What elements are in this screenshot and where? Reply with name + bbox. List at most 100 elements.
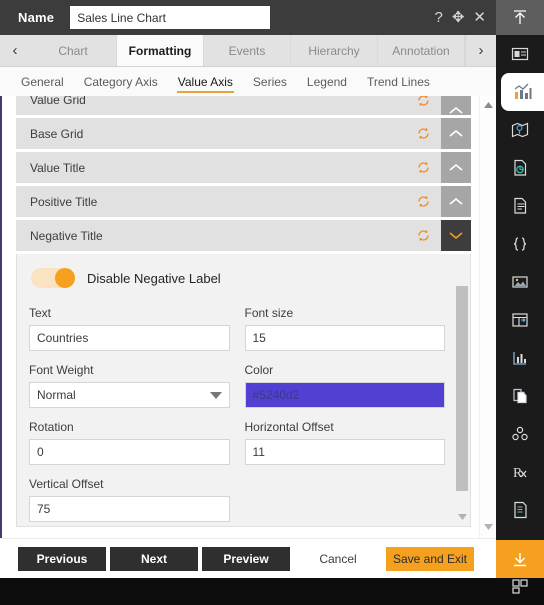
chevron-up-icon[interactable]: [441, 96, 471, 115]
accordion-label: Base Grid: [30, 126, 84, 141]
color-swatch-input[interactable]: #5240d2: [244, 382, 445, 408]
tab-events[interactable]: Events: [204, 35, 291, 66]
code-braces-icon[interactable]: [496, 225, 544, 263]
chart-name-input[interactable]: Sales Line Chart: [70, 6, 271, 29]
form-scrollbar-thumb[interactable]: [456, 286, 468, 491]
accordion-negative-title[interactable]: Negative Title: [16, 220, 471, 251]
accordion-label: Value Grid: [30, 96, 86, 107]
map-icon[interactable]: [496, 111, 544, 149]
field-rotation: Rotation 0: [29, 420, 245, 465]
table-icon[interactable]: [496, 301, 544, 339]
chevron-down-icon: [209, 391, 222, 399]
font-weight-value: Normal: [37, 387, 76, 402]
field-text: Text Countries: [29, 306, 245, 351]
accordion-value-title[interactable]: Value Title: [16, 152, 471, 183]
chevron-up-icon[interactable]: [441, 152, 471, 183]
scroll-down-icon[interactable]: [480, 520, 497, 534]
help-icon[interactable]: ?: [435, 10, 443, 25]
close-icon[interactable]: ✕: [473, 10, 486, 25]
subtab-general[interactable]: General: [11, 67, 74, 96]
subtab-value-axis[interactable]: Value Axis: [168, 67, 243, 96]
field-label: Vertical Offset: [29, 477, 104, 491]
rotation-input[interactable]: 0: [29, 439, 230, 465]
chevron-down-icon[interactable]: [441, 220, 471, 251]
chart-editor-dialog: Name Sales Line Chart ? ✥ ✕ ‹ Chart Form…: [0, 0, 544, 594]
disable-negative-label-text: Disable Negative Label: [87, 270, 221, 286]
tab-hierarchy[interactable]: Hierarchy: [291, 35, 378, 66]
panel-icon[interactable]: [496, 35, 544, 73]
tab-scroll-left-icon[interactable]: ‹: [0, 35, 30, 66]
accordion-base-grid[interactable]: Base Grid: [16, 118, 471, 149]
field-grid: Text Countries Font size 15 Font Weight …: [29, 306, 461, 526]
field-vertical-offset: Vertical Offset 75: [29, 477, 245, 522]
tab-scroll-right-icon[interactable]: ›: [465, 35, 496, 66]
subtab-legend[interactable]: Legend: [297, 67, 357, 96]
move-icon[interactable]: ✥: [452, 10, 465, 25]
form-scroll-down-icon[interactable]: [456, 510, 468, 524]
save-and-exit-button[interactable]: Save and Exit: [386, 546, 474, 571]
scroll-up-icon[interactable]: [480, 98, 497, 112]
name-label: Name: [18, 10, 55, 25]
analytics-icon[interactable]: [496, 339, 544, 377]
report-icon[interactable]: [496, 491, 544, 529]
cancel-button[interactable]: Cancel: [294, 546, 382, 571]
dialog-footer: Previous Next Preview Cancel Save and Ex…: [0, 538, 496, 578]
accordion-label: Value Title: [30, 160, 86, 175]
reset-icon[interactable]: [416, 194, 431, 209]
accordion-positive-title[interactable]: Positive Title: [16, 186, 471, 217]
cube-icon[interactable]: [496, 415, 544, 453]
chevron-up-icon[interactable]: [441, 186, 471, 217]
field-color: Color #5240d2: [244, 363, 461, 408]
form-scrollbar[interactable]: [456, 286, 468, 508]
bar-chart-icon[interactable]: [501, 73, 544, 111]
tab-annotation[interactable]: Annotation: [378, 35, 465, 66]
settings-content-area: Value Grid Base Grid Value Title Positiv…: [0, 96, 496, 538]
previous-button[interactable]: Previous: [18, 546, 106, 571]
field-font-size: Font size 15: [244, 306, 461, 351]
next-button[interactable]: Next: [110, 546, 198, 571]
panel-scrollbar[interactable]: [479, 96, 497, 538]
image-icon[interactable]: [496, 263, 544, 301]
collapse-up-icon[interactable]: [496, 0, 544, 35]
negative-title-form: Disable Negative Label Text Countries Fo…: [16, 254, 471, 527]
subtab-category-axis[interactable]: Category Axis: [74, 67, 168, 96]
field-label: Font size: [244, 306, 294, 320]
field-label: Rotation: [29, 420, 74, 434]
disable-negative-label-toggle[interactable]: [31, 268, 75, 288]
subtab-series[interactable]: Series: [243, 67, 297, 96]
font-size-input[interactable]: 15: [244, 325, 445, 351]
text-input[interactable]: Countries: [29, 325, 230, 351]
field-font-weight: Font Weight Normal: [29, 363, 245, 408]
accordion-label: Negative Title: [30, 228, 103, 243]
font-weight-select[interactable]: Normal: [29, 382, 230, 408]
prescription-icon[interactable]: R: [496, 453, 544, 491]
horizontal-offset-input[interactable]: 11: [244, 439, 445, 465]
preview-button[interactable]: Preview: [202, 546, 290, 571]
main-tab-bar: ‹ Chart Formatting Events Hierarchy Anno…: [0, 35, 496, 67]
vertical-offset-input[interactable]: 75: [29, 496, 230, 522]
document-icon[interactable]: [496, 187, 544, 225]
disable-negative-label-row: Disable Negative Label: [31, 268, 460, 288]
svg-text:R: R: [513, 466, 523, 481]
field-label: Color: [244, 363, 274, 377]
titlebar-icon-group: ? ✥ ✕: [435, 10, 497, 25]
document-chart-icon[interactable]: [496, 149, 544, 187]
chevron-up-icon[interactable]: [441, 118, 471, 149]
accordion-value-grid[interactable]: Value Grid: [16, 96, 471, 115]
reset-icon[interactable]: [416, 228, 431, 243]
accordion-label: Positive Title: [30, 194, 98, 209]
download-icon[interactable]: [496, 540, 544, 578]
field-label: Text: [29, 306, 52, 320]
subtab-trend-lines[interactable]: Trend Lines: [357, 67, 440, 96]
field-label: Horizontal Offset: [244, 420, 334, 434]
field-horizontal-offset: Horizontal Offset 11: [244, 420, 461, 465]
reset-icon[interactable]: [416, 126, 431, 141]
reset-icon[interactable]: [416, 160, 431, 175]
tab-formatting[interactable]: Formatting: [117, 35, 204, 66]
field-label: Font Weight: [29, 363, 94, 377]
sub-tab-bar: General Category Axis Value Axis Series …: [0, 67, 496, 96]
copy-icon[interactable]: [496, 377, 544, 415]
reset-icon[interactable]: [416, 96, 431, 108]
tab-chart[interactable]: Chart: [30, 35, 117, 66]
dialog-titlebar: Name Sales Line Chart ? ✥ ✕: [0, 0, 496, 35]
